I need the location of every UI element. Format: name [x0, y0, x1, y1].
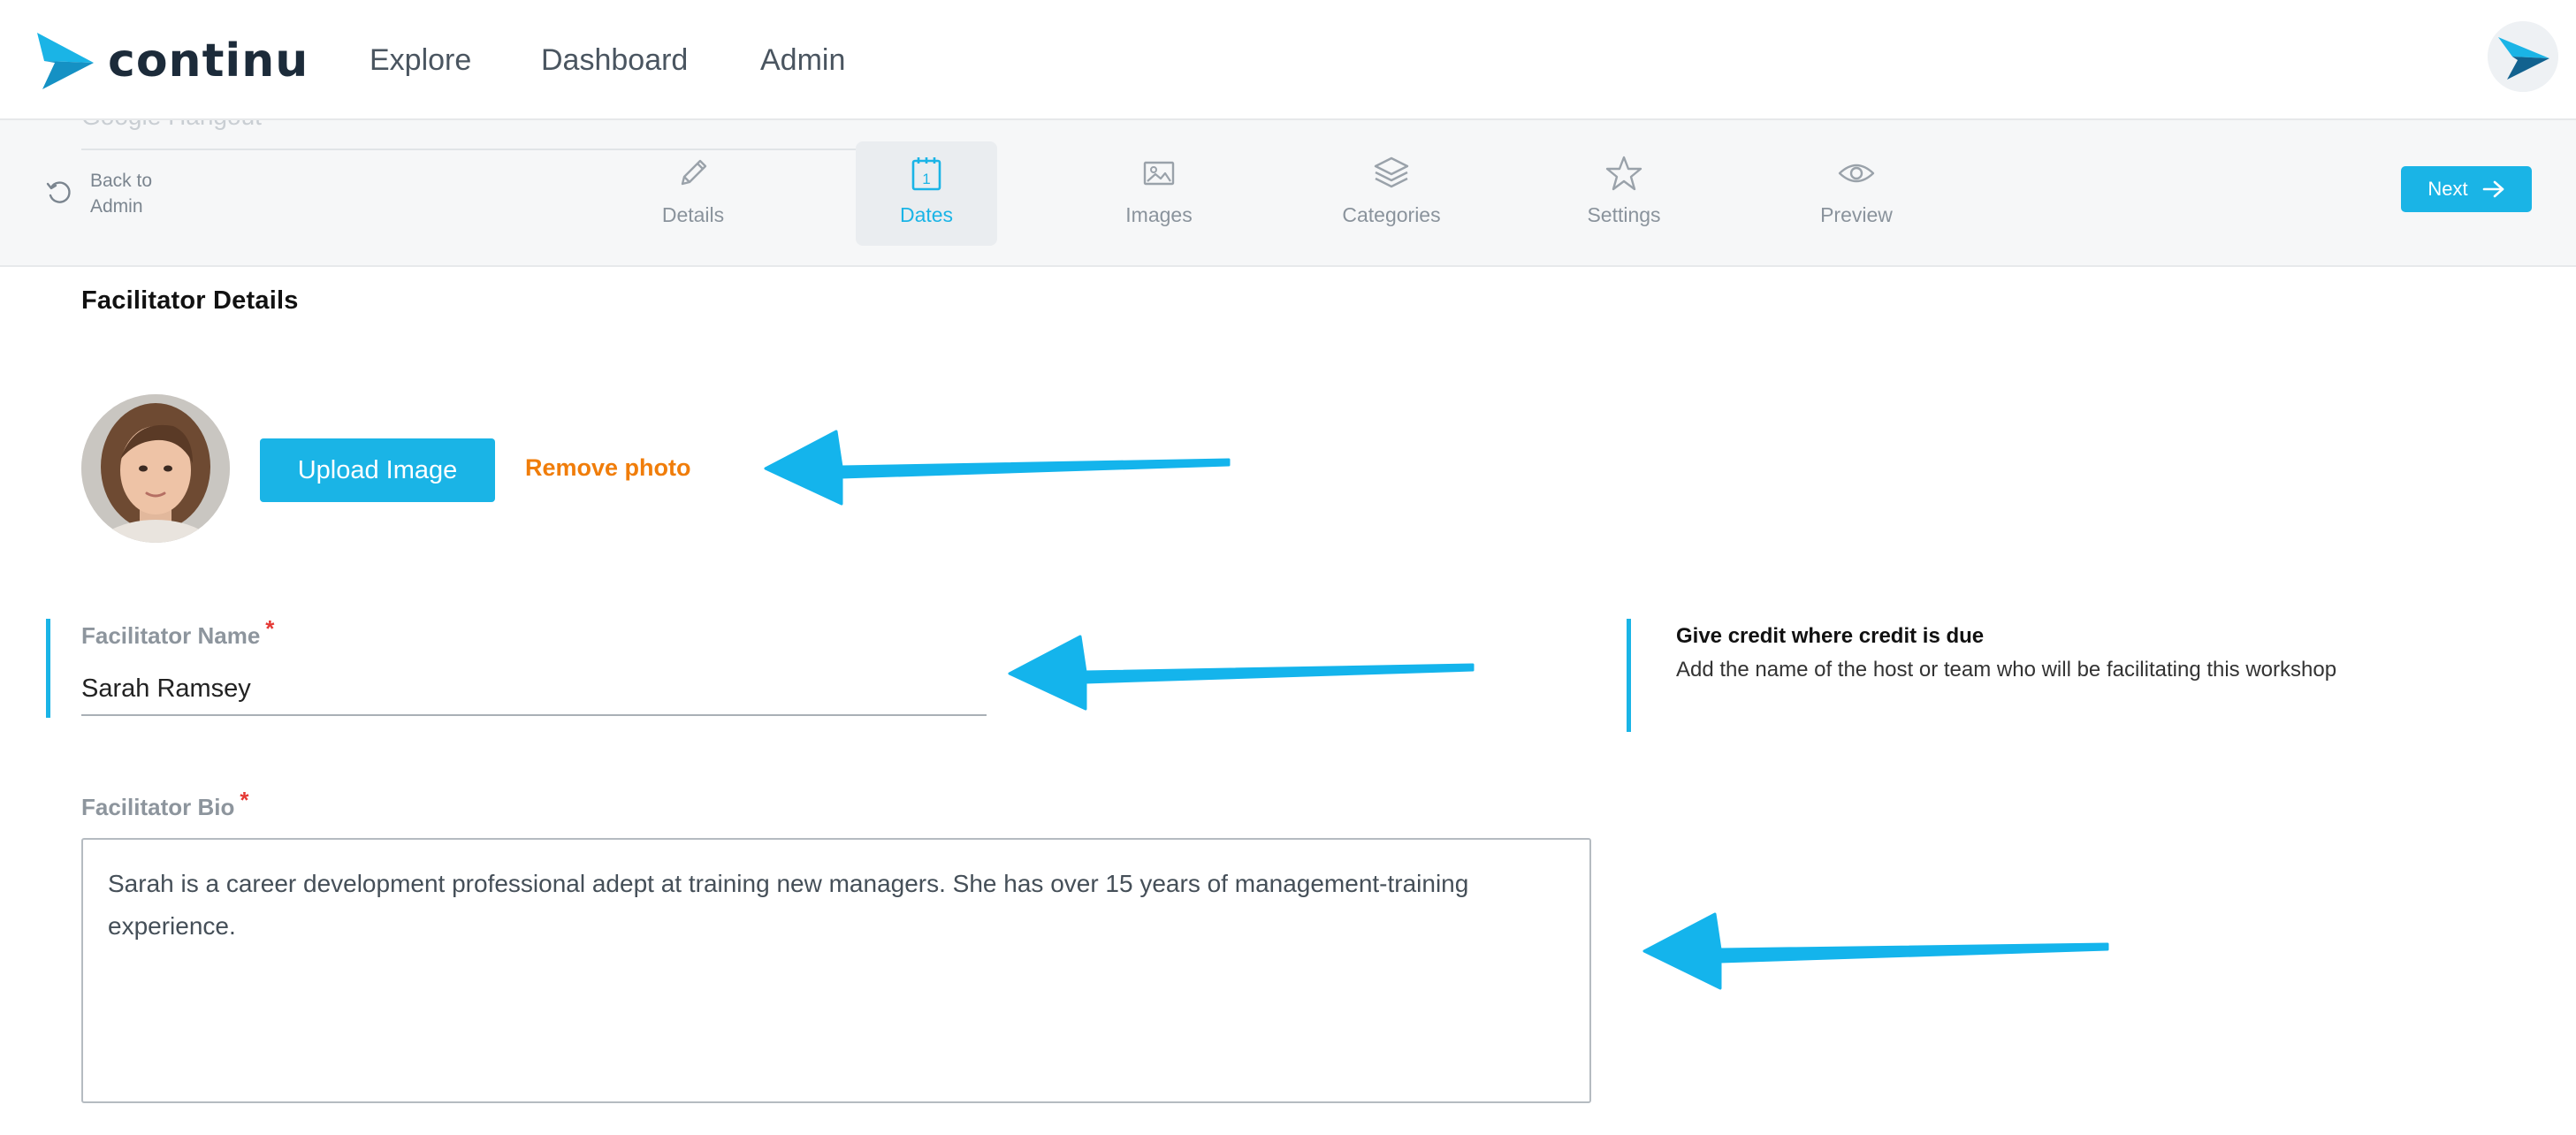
facilitator-bio-label-text: Facilitator Bio	[81, 794, 235, 820]
name-field-focus-bar	[46, 619, 50, 718]
back-to-admin-label: Back to Admin	[90, 171, 153, 217]
facilitator-bio-textarea[interactable]	[81, 838, 1591, 1103]
hint-title: Give credit where credit is due	[1676, 624, 1985, 648]
facilitator-bio-label: Facilitator Bio *	[81, 787, 248, 821]
step-settings[interactable]: Settings	[1553, 141, 1695, 246]
step-dates-label: Dates	[899, 203, 954, 226]
nav-explore[interactable]: Explore	[370, 39, 471, 81]
continu-logo[interactable]: continu	[37, 32, 309, 90]
top-navigation: continu Explore Dashboard Admin	[0, 0, 2576, 120]
step-categories[interactable]: Categories	[1321, 141, 1462, 246]
facilitator-name-label-text: Facilitator Name	[81, 622, 261, 649]
remove-photo-link[interactable]: Remove photo	[525, 454, 691, 482]
step-preview[interactable]: Preview	[1786, 141, 1927, 246]
scrolled-location-value: Google Hangout	[81, 120, 262, 131]
facilitator-photo	[81, 394, 230, 543]
step-dates[interactable]: 1 Dates	[856, 141, 997, 246]
calendar-icon: 1	[911, 157, 941, 191]
next-button[interactable]: Next	[2401, 166, 2532, 212]
next-button-label: Next	[2427, 178, 2468, 200]
step-categories-label: Categories	[1342, 203, 1441, 226]
annotation-arrow-icon	[764, 430, 1231, 506]
step-details[interactable]: Details	[622, 141, 764, 246]
calendar-day-number: 1	[922, 171, 930, 187]
required-asterisk: *	[240, 787, 249, 813]
layers-icon	[1374, 156, 1409, 188]
facilitator-name-input[interactable]	[81, 663, 987, 716]
nav-admin[interactable]: Admin	[760, 39, 845, 81]
step-images[interactable]: Images	[1088, 141, 1230, 246]
step-settings-label: Settings	[1587, 203, 1661, 226]
annotation-arrow-icon	[1642, 912, 2109, 990]
logo-mark-icon	[37, 33, 94, 89]
step-images-label: Images	[1125, 203, 1193, 226]
image-icon	[1143, 161, 1175, 186]
eye-icon	[1838, 164, 1875, 183]
user-avatar-logo-icon	[2488, 21, 2558, 92]
undo-icon	[46, 181, 71, 203]
back-to-admin-button[interactable]: Back to Admin	[44, 168, 179, 219]
step-preview-label: Preview	[1820, 203, 1893, 226]
pencil-icon	[681, 159, 707, 186]
star-icon	[1605, 156, 1642, 191]
facilitator-portrait-image	[81, 394, 230, 543]
user-avatar[interactable]	[2488, 21, 2558, 92]
hint-text: Add the name of the host or team who wil…	[1676, 658, 2337, 682]
arrow-right-icon	[2482, 180, 2504, 198]
upload-image-button[interactable]: Upload Image	[260, 438, 495, 502]
facilitator-name-label: Facilitator Name *	[81, 615, 274, 650]
wizard-step-bar: Google Hangout Back to Admin Details 1 D…	[0, 120, 2576, 267]
step-details-label: Details	[661, 203, 725, 226]
nav-dashboard[interactable]: Dashboard	[541, 39, 688, 81]
required-asterisk: *	[265, 615, 275, 642]
facilitator-details-heading: Facilitator Details	[81, 286, 299, 315]
logo-wordmark: continu	[108, 34, 309, 88]
hint-accent-bar	[1627, 619, 1631, 732]
annotation-arrow-icon	[1008, 635, 1475, 711]
